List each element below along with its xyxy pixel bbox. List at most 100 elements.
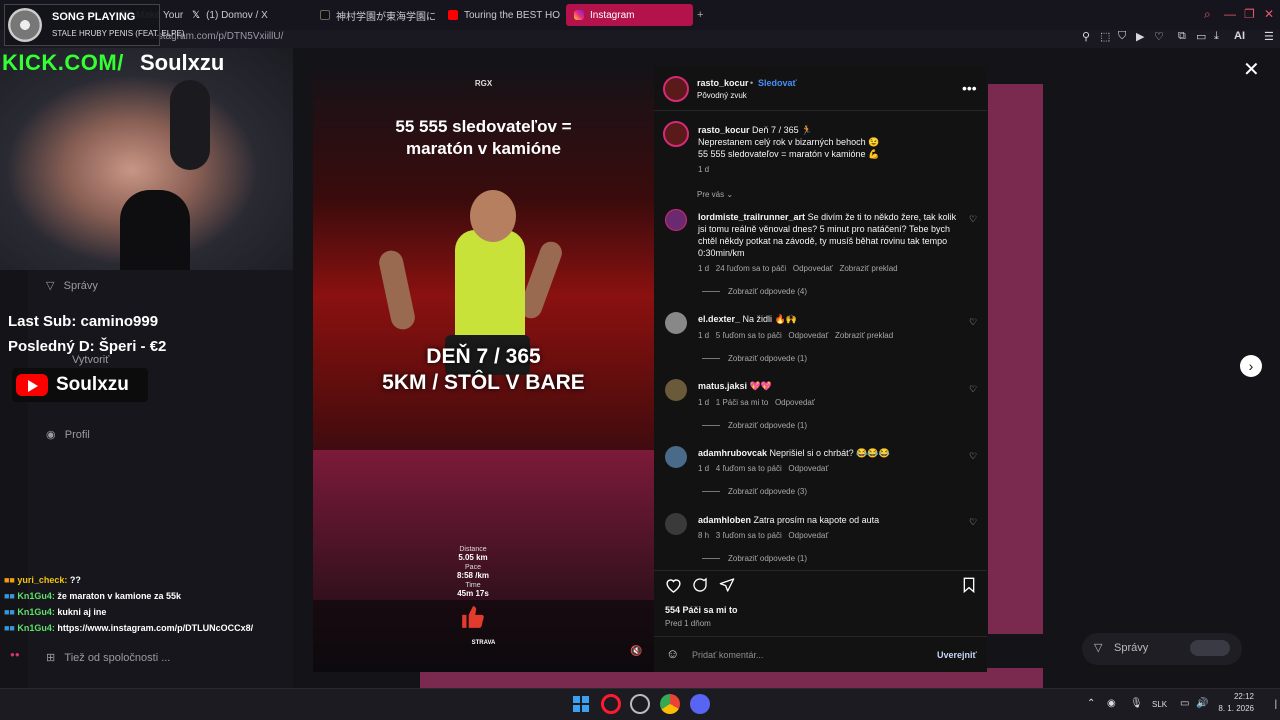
tab-tiktok[interactable]: 神村学園が東海学園に圧勝 xyxy=(312,4,436,26)
chat-line: ■■ Kn1Gu4: kukni aj ine xyxy=(4,607,107,617)
like-comment-icon[interactable]: ♡ xyxy=(969,384,977,395)
runner-head xyxy=(470,190,516,242)
opera-icon[interactable] xyxy=(601,694,621,714)
app-icon[interactable] xyxy=(630,694,650,714)
download-icon[interactable]: ⤓ xyxy=(1214,30,1219,43)
clock-date[interactable]: 8. 1. 2026 xyxy=(1210,704,1254,713)
clock-time[interactable]: 22:12 xyxy=(1218,692,1254,701)
add-comment-input[interactable]: Pridať komentár... xyxy=(692,650,763,660)
chrome-icon[interactable] xyxy=(660,694,680,714)
close-window-button[interactable]: ✕ xyxy=(1264,7,1274,21)
avatar[interactable] xyxy=(665,312,687,334)
avatar[interactable] xyxy=(665,446,687,468)
reel-day-caption: DEŇ 7 / 365 5KM / STÔL V BARE xyxy=(382,345,585,394)
view-replies[interactable]: Zobraziť odpovede (4) xyxy=(702,287,807,296)
last-sub-text: Last Sub: camino999 xyxy=(8,313,159,330)
new-tab-button[interactable]: + xyxy=(697,9,703,21)
minimize-button[interactable]: — xyxy=(1224,7,1236,21)
view-replies[interactable]: Zobraziť odpovede (1) xyxy=(702,354,807,363)
comment-text: adamhrubovcak Neprišiel si o chrbát? 😂😂😂 xyxy=(698,448,890,458)
mute-icon[interactable]: 🔇 xyxy=(630,646,642,657)
background-post-card xyxy=(988,84,1043,634)
grid-icon: ⊞ xyxy=(46,652,56,664)
avatar[interactable] xyxy=(665,513,687,535)
comment-meta: 1 d 4 ľuďom sa to páči Odpovedať xyxy=(698,464,829,473)
close-icon[interactable]: ✕ xyxy=(1243,57,1260,82)
microphone-icon[interactable]: 🎙 xyxy=(1130,698,1143,709)
discord-tray-icon[interactable]: ◉ xyxy=(1107,698,1116,709)
wallet-icon[interactable]: ▭ xyxy=(1196,30,1206,43)
like-comment-icon[interactable]: ♡ xyxy=(969,317,977,328)
volume-icon[interactable]: 🔊 xyxy=(1196,698,1208,709)
post-date: Pred 1 dňom xyxy=(665,619,711,628)
last-donation-text: Posledný D: Šperi - €2 xyxy=(8,338,167,355)
view-replies[interactable]: Zobraziť odpovede (1) xyxy=(702,421,807,430)
comment-text: el.dexter_ Na židli 🔥🙌 xyxy=(698,314,797,324)
microphone xyxy=(120,190,190,270)
messages-button[interactable]: ▽ Správy xyxy=(1082,633,1242,665)
windows-start-icon[interactable] xyxy=(573,696,589,712)
chat-line: ■■ Kn1Gu4: https://www.instagram.com/p/D… xyxy=(4,623,254,633)
avatar[interactable] xyxy=(665,209,687,231)
sidebar-item-messages[interactable]: ▽ Správy xyxy=(46,279,98,292)
sidebar-item-profile[interactable]: ◉ Profil xyxy=(46,428,90,441)
comment-icon[interactable] xyxy=(692,577,708,593)
badge-icon: ■■ xyxy=(4,591,15,601)
comment-meta: 1 d 5 ľuďom sa to páči Odpovedať Zobrazi… xyxy=(698,331,894,340)
for-you-toggle[interactable]: Pre vás ⌄ xyxy=(697,190,733,199)
like-comment-icon[interactable]: ♡ xyxy=(969,214,977,225)
bookmark-icon[interactable] xyxy=(962,577,976,593)
kick-username: Soulxzu xyxy=(140,50,225,75)
follow-button[interactable]: Sledovať xyxy=(758,78,797,88)
youtube-icon xyxy=(448,10,458,20)
like-comment-icon[interactable]: ♡ xyxy=(969,451,977,462)
view-replies[interactable]: Zobraziť odpovede (3) xyxy=(702,487,807,496)
comment-meta: 1 d 1 Páči sa mi to Odpovedať xyxy=(698,398,815,407)
badge-icon: ■■ xyxy=(4,575,15,585)
maximize-button[interactable]: ❐ xyxy=(1244,7,1255,21)
runner-shirt xyxy=(455,230,525,350)
likes-count[interactable]: 554 Páči sa mi to xyxy=(665,605,738,615)
author-avatar[interactable] xyxy=(663,76,689,102)
like-comment-icon[interactable]: ♡ xyxy=(969,517,977,528)
language-indicator[interactable]: SLK xyxy=(1152,700,1167,709)
tray-chevron-icon[interactable]: ⌃ xyxy=(1087,698,1095,709)
publish-button[interactable]: Uverejniť xyxy=(937,650,977,660)
more-options-icon[interactable]: ••• xyxy=(962,80,977,96)
extensions-icon[interactable]: ⧉ xyxy=(1178,30,1186,43)
youtube-channel-name: Soulxzu xyxy=(56,374,129,395)
instagram-icon xyxy=(574,10,584,20)
share-icon[interactable] xyxy=(719,577,735,593)
network-icon[interactable]: ▭ xyxy=(1180,698,1189,709)
next-post-button[interactable]: › xyxy=(1240,355,1262,377)
song-widget-title: STALE HRUBY PENIS (FEAT. ELPE) xyxy=(52,29,185,38)
avatar[interactable] xyxy=(665,379,687,401)
ai-button[interactable]: AI xyxy=(1234,30,1245,42)
show-desktop-button[interactable]: ▕ xyxy=(1270,700,1276,709)
view-replies[interactable]: Zobraziť odpovede (1) xyxy=(702,554,807,563)
sidebar-item-meta[interactable]: ⊞ Tiež od spoločnosti ... xyxy=(46,651,170,664)
snapshot-icon[interactable]: ⬚ xyxy=(1100,30,1110,43)
pin-icon[interactable]: ⚲ xyxy=(1082,30,1090,43)
tab-x-home[interactable]: 𝕏 (1) Domov / X xyxy=(184,4,304,26)
heart-bookmark-icon[interactable]: ♡ xyxy=(1154,30,1164,43)
song-widget-label: SONG PLAYING xyxy=(52,11,136,23)
play-icon[interactable]: ▶ xyxy=(1136,30,1144,43)
channel-badge: ●● xyxy=(10,650,20,659)
chevron-down-icon: ⌄ xyxy=(726,190,734,199)
caption-avatar[interactable] xyxy=(663,121,689,147)
shield-icon[interactable]: ⛉ xyxy=(1118,30,1126,43)
search-tabs-icon[interactable]: ⌕ xyxy=(1204,7,1211,22)
profile-avatar-icon: ◉ xyxy=(46,429,56,441)
headset xyxy=(170,80,210,170)
like-icon[interactable] xyxy=(665,577,682,593)
tab-instagram[interactable]: Instagram xyxy=(566,4,693,26)
stat-time: Time 45m 17s xyxy=(457,582,489,598)
discord-icon[interactable] xyxy=(690,694,710,714)
tab-youtube[interactable]: Touring the BEST HOME xyxy=(440,4,560,26)
emoji-icon[interactable]: ☺ xyxy=(666,646,679,661)
menu-icon[interactable]: ☰ xyxy=(1264,30,1274,43)
author-username[interactable]: rasto_kocur xyxy=(697,78,749,88)
audio-label[interactable]: Pôvodný zvuk xyxy=(697,91,747,100)
sidebar-item-create[interactable]: Vytvoriť xyxy=(72,354,109,366)
